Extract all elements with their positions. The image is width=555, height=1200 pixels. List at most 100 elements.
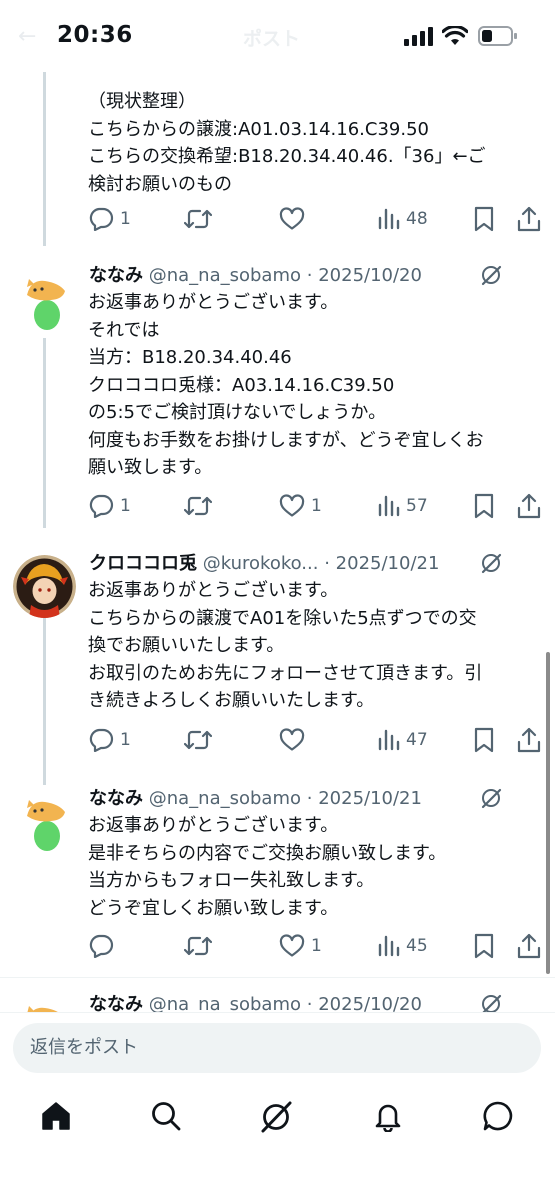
views-button[interactable]: 45 xyxy=(378,932,428,960)
share-icon xyxy=(517,493,541,519)
view-count: 45 xyxy=(406,936,428,956)
separator-dot: · xyxy=(306,265,313,286)
repost-button[interactable] xyxy=(184,205,218,233)
views-icon xyxy=(378,208,400,230)
back-icon[interactable]: ← xyxy=(18,24,36,49)
separator-dot: · xyxy=(324,553,330,574)
views-icon xyxy=(378,495,400,517)
reply-button[interactable]: 1 xyxy=(88,726,131,754)
messages-icon[interactable] xyxy=(482,1100,514,1132)
bookmark-icon xyxy=(474,933,494,959)
like-count: 1 xyxy=(311,936,322,956)
reply-icon xyxy=(89,728,114,752)
bookmark-button[interactable] xyxy=(473,492,495,520)
notifications-icon[interactable] xyxy=(372,1100,404,1132)
wifi-icon xyxy=(442,26,468,45)
grok-icon[interactable] xyxy=(480,264,502,286)
view-count: 48 xyxy=(406,209,428,229)
grok-icon[interactable] xyxy=(259,1100,293,1134)
tweet[interactable]: （現状整理） こちらからの譲渡:A01.03.14.16.C39.50 こちらの… xyxy=(0,88,555,238)
post-date[interactable]: 2025/10/20 xyxy=(318,265,422,286)
battery-icon xyxy=(478,26,517,46)
reply-input[interactable]: 返信をポスト xyxy=(13,1023,541,1073)
post-date[interactable]: 2025/10/21 xyxy=(336,553,440,574)
like-button[interactable]: 1 xyxy=(279,492,322,520)
share-button[interactable] xyxy=(517,726,541,754)
divider xyxy=(0,977,555,978)
display-name[interactable]: ななみ xyxy=(89,788,143,809)
views-button[interactable]: 48 xyxy=(378,205,428,233)
cellular-signal-icon xyxy=(404,27,433,46)
tweet-text: お返事ありがとうございます。 こちらからの譲渡でA01を除いた5点ずつでの交 換… xyxy=(88,580,483,711)
heart-icon xyxy=(279,934,305,957)
repost-button[interactable] xyxy=(184,492,218,520)
share-button[interactable] xyxy=(517,932,541,960)
tweet-actions: 1 1 57 xyxy=(0,492,555,520)
reply-icon xyxy=(89,494,114,518)
user-handle[interactable]: @kurokoko... xyxy=(203,553,319,574)
heart-icon xyxy=(279,728,305,751)
repost-icon xyxy=(184,936,212,956)
bookmark-icon xyxy=(474,493,494,519)
repost-button[interactable] xyxy=(184,932,218,960)
share-icon xyxy=(517,206,541,232)
bookmark-icon xyxy=(474,206,494,232)
tweet-header: ななみ @na_na_sobamo · 2025/10/21 xyxy=(89,786,422,812)
share-button[interactable] xyxy=(517,492,541,520)
repost-icon xyxy=(184,209,212,229)
search-icon[interactable] xyxy=(150,1100,182,1132)
anime-character-avatar-icon xyxy=(13,555,76,618)
grok-icon[interactable] xyxy=(480,552,502,574)
share-icon xyxy=(517,933,541,959)
reply-button[interactable]: 1 xyxy=(88,492,131,520)
display-name[interactable]: クロココロ兎 xyxy=(89,553,197,574)
share-button[interactable] xyxy=(517,205,541,233)
repost-icon xyxy=(184,496,212,516)
tweet-header: クロココロ兎 @kurokoko... · 2025/10/21 xyxy=(89,551,439,577)
tweet-text: お返事ありがとうございます。 それでは 当方：B18.20.34.40.46 ク… xyxy=(88,292,484,478)
avatar[interactable] xyxy=(13,269,76,332)
page-title: ポスト xyxy=(243,28,301,50)
tweet[interactable]: ななみ @na_na_sobamo · 2025/10/20 お返事ありがとうご… xyxy=(0,263,555,528)
like-button[interactable] xyxy=(279,726,311,754)
tweet-text: （現状整理） こちらからの譲渡:A01.03.14.16.C39.50 こちらの… xyxy=(88,91,486,195)
share-icon xyxy=(517,727,541,753)
tweet-header: ななみ @na_na_sobamo · 2025/10/20 xyxy=(89,263,422,289)
separator-dot: · xyxy=(306,788,313,809)
reply-icon xyxy=(89,207,114,231)
reply-icon xyxy=(89,934,114,958)
reply-count: 1 xyxy=(120,209,131,229)
avatar[interactable] xyxy=(13,790,76,853)
tweet-actions: 1 48 xyxy=(0,205,555,233)
cat-balloon-avatar-icon xyxy=(13,269,76,332)
views-button[interactable]: 57 xyxy=(378,492,428,520)
like-count: 1 xyxy=(311,496,322,516)
user-handle[interactable]: @na_na_sobamo xyxy=(149,265,301,286)
views-button[interactable]: 47 xyxy=(378,726,428,754)
heart-icon xyxy=(279,494,305,517)
reply-count: 1 xyxy=(120,730,131,750)
post-date[interactable]: 2025/10/21 xyxy=(318,788,422,809)
home-icon[interactable] xyxy=(40,1100,72,1132)
tweet[interactable]: ななみ @na_na_sobamo · 2025/10/21 お返事ありがとうご… xyxy=(0,786,555,976)
bookmark-icon xyxy=(474,727,494,753)
tweet[interactable]: クロココロ兎 @kurokoko... · 2025/10/21 お返事ありがと… xyxy=(0,551,555,766)
like-button[interactable] xyxy=(279,205,311,233)
user-handle[interactable]: @na_na_sobamo xyxy=(149,788,301,809)
tweet-actions: 1 47 xyxy=(0,726,555,754)
cat-balloon-avatar-icon xyxy=(13,790,76,853)
bookmark-button[interactable] xyxy=(473,932,495,960)
bookmark-button[interactable] xyxy=(473,205,495,233)
reply-button[interactable]: 1 xyxy=(88,205,131,233)
repost-icon xyxy=(184,730,212,750)
reply-button[interactable] xyxy=(88,932,120,960)
scrollbar[interactable] xyxy=(546,652,550,974)
views-icon xyxy=(378,935,400,957)
like-button[interactable]: 1 xyxy=(279,932,322,960)
display-name[interactable]: ななみ xyxy=(89,265,143,286)
reply-count: 1 xyxy=(120,496,131,516)
repost-button[interactable] xyxy=(184,726,218,754)
avatar[interactable] xyxy=(13,555,76,618)
grok-icon[interactable] xyxy=(480,787,502,809)
bookmark-button[interactable] xyxy=(473,726,495,754)
